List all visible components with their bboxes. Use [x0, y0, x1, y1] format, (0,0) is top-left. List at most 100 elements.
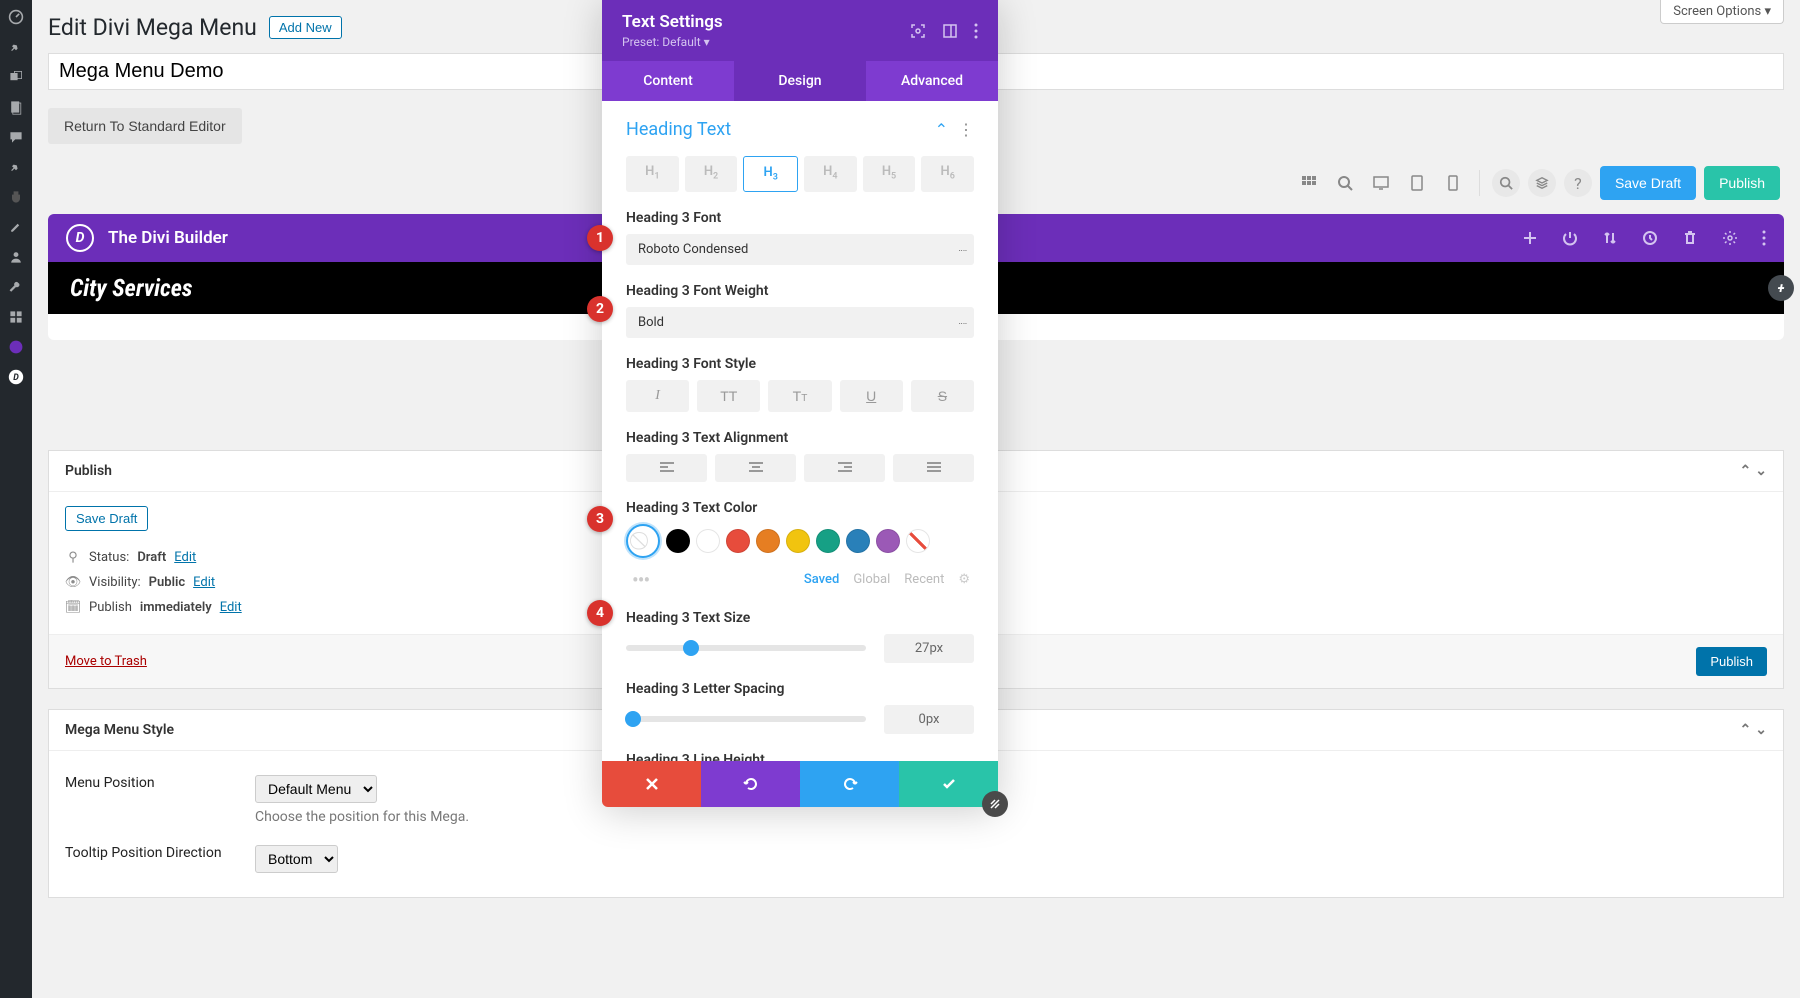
- color-swatch-none[interactable]: [906, 529, 930, 553]
- gear-icon[interactable]: [1722, 230, 1738, 246]
- return-standard-editor-button[interactable]: Return To Standard Editor: [48, 108, 242, 144]
- text-size-slider[interactable]: [626, 645, 866, 651]
- undo-button[interactable]: [701, 761, 800, 807]
- divi-menu-icon[interactable]: [0, 336, 32, 358]
- save-draft-small-button[interactable]: Save Draft: [65, 506, 148, 531]
- font-select[interactable]: Roboto Condensed: [626, 234, 974, 265]
- desktop-icon[interactable]: [1367, 169, 1395, 197]
- tooltip-position-select[interactable]: Bottom: [255, 845, 338, 873]
- power-icon[interactable]: [1562, 230, 1578, 246]
- align-center-button[interactable]: [715, 454, 796, 482]
- tab-advanced[interactable]: Advanced: [866, 61, 998, 101]
- more-colors-icon[interactable]: •••: [632, 568, 649, 592]
- align-label: Heading 3 Text Alignment: [626, 430, 974, 446]
- add-module-right-button[interactable]: +: [1768, 275, 1794, 301]
- h2-tab[interactable]: H2: [685, 156, 738, 192]
- publish-submit-button[interactable]: Publish: [1696, 647, 1767, 676]
- pin2-icon[interactable]: [0, 156, 32, 178]
- pages-icon[interactable]: [0, 96, 32, 118]
- h6-tab[interactable]: H6: [921, 156, 974, 192]
- panel-preset[interactable]: Preset: Default ▾: [622, 35, 723, 49]
- grid-icon[interactable]: [1295, 169, 1323, 197]
- phone-icon[interactable]: [1439, 169, 1467, 197]
- h3-tab[interactable]: H3: [743, 156, 798, 192]
- dashboard-icon[interactable]: [0, 6, 32, 28]
- add-new-button[interactable]: Add New: [269, 16, 342, 39]
- collapse-icon[interactable]: ⌃: [935, 120, 948, 139]
- color-settings-icon[interactable]: ⚙: [958, 572, 970, 587]
- color-swatch-red[interactable]: [726, 529, 750, 553]
- smallcaps-button[interactable]: TT: [768, 380, 831, 412]
- svg-text:D: D: [13, 373, 19, 383]
- help-icon[interactable]: ?: [1564, 169, 1592, 197]
- color-tab-recent[interactable]: Recent: [904, 572, 944, 587]
- color-swatch-purple[interactable]: [876, 529, 900, 553]
- h1-tab[interactable]: H1: [626, 156, 679, 192]
- align-justify-button[interactable]: [893, 454, 974, 482]
- divi-d-icon[interactable]: D: [0, 366, 32, 388]
- screen-options-toggle[interactable]: Screen Options ▾: [1660, 0, 1784, 24]
- color-tab-saved[interactable]: Saved: [804, 572, 839, 587]
- move-down-icon[interactable]: ⌄: [1755, 722, 1767, 738]
- more-icon[interactable]: [1762, 230, 1766, 246]
- plus-icon[interactable]: [1522, 230, 1538, 246]
- color-tab-global[interactable]: Global: [853, 572, 890, 587]
- letter-spacing-value[interactable]: 0px: [884, 705, 974, 734]
- color-swatch-orange[interactable]: [756, 529, 780, 553]
- color-swatch-white[interactable]: [696, 529, 720, 553]
- panel-more-icon[interactable]: [974, 23, 978, 39]
- uppercase-button[interactable]: TT: [697, 380, 760, 412]
- trash-icon[interactable]: [1682, 230, 1698, 246]
- strikethrough-button[interactable]: S: [911, 380, 974, 412]
- tablet-icon[interactable]: [1403, 169, 1431, 197]
- settings-icon[interactable]: [0, 306, 32, 328]
- tab-content[interactable]: Content: [602, 61, 734, 101]
- color-swatch-green[interactable]: [816, 529, 840, 553]
- text-settings-panel: Text Settings Preset: Default ▾ Content …: [602, 0, 998, 807]
- appearance-icon[interactable]: [0, 216, 32, 238]
- cancel-button[interactable]: [602, 761, 701, 807]
- menu-position-select[interactable]: Default Menu: [255, 775, 377, 803]
- h5-tab[interactable]: H5: [863, 156, 916, 192]
- letter-spacing-slider[interactable]: [626, 716, 866, 722]
- color-swatch-blue[interactable]: [846, 529, 870, 553]
- section-more-icon[interactable]: ⋮: [958, 120, 974, 139]
- users-icon[interactable]: [0, 246, 32, 268]
- move-up-icon[interactable]: ⌃: [1740, 722, 1752, 738]
- text-size-value[interactable]: 27px: [884, 634, 974, 663]
- publish-edit-link[interactable]: Edit: [220, 600, 242, 615]
- comments-icon[interactable]: [0, 126, 32, 148]
- tools-icon[interactable]: [0, 276, 32, 298]
- layers-icon[interactable]: [1528, 169, 1556, 197]
- sort-icon[interactable]: [1602, 230, 1618, 246]
- italic-button[interactable]: I: [626, 380, 689, 412]
- tab-design[interactable]: Design: [734, 61, 866, 101]
- redo-button[interactable]: [800, 761, 899, 807]
- align-left-button[interactable]: [626, 454, 707, 482]
- color-swatch-yellow[interactable]: [786, 529, 810, 553]
- focus-icon[interactable]: [910, 23, 926, 39]
- section-heading-text[interactable]: Heading Text: [626, 119, 731, 140]
- pin-icon[interactable]: [0, 36, 32, 58]
- status-edit-link[interactable]: Edit: [174, 550, 196, 565]
- plugins-icon[interactable]: [0, 186, 32, 208]
- weight-label: Heading 3 Font Weight: [626, 283, 974, 299]
- zoom-icon[interactable]: [1331, 169, 1359, 197]
- align-right-button[interactable]: [804, 454, 885, 482]
- weight-select[interactable]: Bold: [626, 307, 974, 338]
- underline-button[interactable]: U: [840, 380, 903, 412]
- media-icon[interactable]: [0, 66, 32, 88]
- visibility-edit-link[interactable]: Edit: [193, 575, 215, 590]
- move-to-trash-link[interactable]: Move to Trash: [65, 654, 147, 669]
- move-up-icon[interactable]: ⌃: [1740, 463, 1752, 479]
- search-icon[interactable]: [1492, 169, 1520, 197]
- h4-tab[interactable]: H4: [804, 156, 857, 192]
- clock-icon[interactable]: [1642, 230, 1658, 246]
- save-draft-button[interactable]: Save Draft: [1600, 166, 1696, 200]
- move-down-icon[interactable]: ⌄: [1755, 463, 1767, 479]
- color-swatch-black[interactable]: [666, 529, 690, 553]
- color-swatch-current[interactable]: [626, 524, 660, 558]
- resize-handle[interactable]: [982, 791, 1008, 817]
- publish-button[interactable]: Publish: [1704, 166, 1780, 200]
- expand-icon[interactable]: [942, 23, 958, 39]
